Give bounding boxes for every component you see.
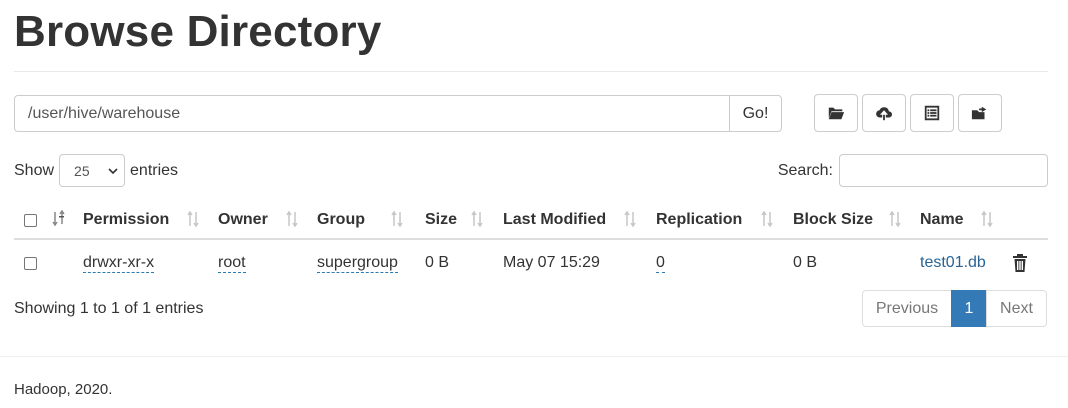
group-value[interactable]: supergroup [317,254,398,273]
cell-group: supergroup [317,242,398,284]
footer-text: Hadoop, 2020. [14,381,113,398]
trash-icon [1013,254,1027,272]
table-header: Permission Owner Group Size Last Modifie… [14,200,1048,240]
cell-name: test01.db [920,242,986,284]
permission-value[interactable]: drwxr-xr-x [83,254,155,273]
cell-owner: root [218,242,246,284]
column-header-permission[interactable]: Permission [83,200,169,240]
create-directory-button[interactable] [814,94,858,132]
go-button[interactable]: Go! [729,95,782,132]
chevron-down-icon [108,167,118,174]
cell-block-size: 0 B [793,254,818,271]
footer-divider [0,356,1068,357]
sort-icon [888,210,902,228]
folder-move-icon [971,106,987,120]
entries-select-value: 25 [74,162,90,179]
page-title: Browse Directory [14,7,382,56]
table-row: drwxr-xr-x root supergroup 0 B May 07 15… [14,242,1048,284]
column-header-replication[interactable]: Replication [656,200,742,240]
cloud-upload-icon [876,107,893,121]
column-header-name[interactable]: Name [920,200,964,240]
cell-replication: 0 [656,242,665,284]
column-header-size[interactable]: Size [425,200,457,240]
show-label: Show [14,161,55,179]
list-alt-icon [924,105,940,121]
select-all-checkbox[interactable] [24,213,37,227]
replication-value[interactable]: 0 [656,254,665,273]
divider [14,71,1048,72]
path-input[interactable] [14,95,729,132]
select-all-checkbox-cell [24,200,37,240]
sort-icon [186,210,200,228]
entries-label: entries [130,161,179,179]
row-checkbox[interactable] [24,256,37,270]
folder-open-icon [827,107,845,120]
sort-icon [470,210,484,228]
path-bar: Go! [14,95,782,132]
cell-last-modified: May 07 15:29 [503,254,600,271]
list-button[interactable] [910,94,954,132]
previous-page-button[interactable]: Previous [862,290,952,327]
search-label: Search: [777,161,833,179]
entries-select[interactable]: 25 [59,154,126,187]
next-page-button[interactable]: Next [986,290,1047,327]
length-control: Show 25 entries [14,154,178,187]
search-control: Search: [778,154,1048,187]
pagination: Previous 1 Next [862,290,1047,327]
sort-icon[interactable] [52,209,66,228]
page-1-button[interactable]: 1 [951,290,987,327]
owner-value[interactable]: root [218,254,246,273]
move-button[interactable] [958,94,1002,132]
sort-icon [980,210,994,228]
file-name-link[interactable]: test01.db [920,254,986,272]
sort-icon [760,210,774,228]
upload-button[interactable] [862,94,906,132]
column-header-block-size[interactable]: Block Size [793,200,873,240]
table-info: Showing 1 to 1 of 1 entries [14,300,204,317]
column-header-owner[interactable]: Owner [218,200,268,240]
sort-icon [285,210,299,228]
cell-permission: drwxr-xr-x [83,242,155,284]
sort-icon [390,210,404,228]
cell-size: 0 B [425,254,450,271]
column-header-group[interactable]: Group [317,200,365,240]
delete-button[interactable] [1012,242,1028,284]
column-header-last-modified[interactable]: Last Modified [503,200,606,240]
sort-icon [52,209,65,227]
search-input[interactable] [839,154,1048,187]
sort-icon [623,210,637,228]
toolbar [814,94,1002,132]
row-checkbox-cell [24,242,37,284]
